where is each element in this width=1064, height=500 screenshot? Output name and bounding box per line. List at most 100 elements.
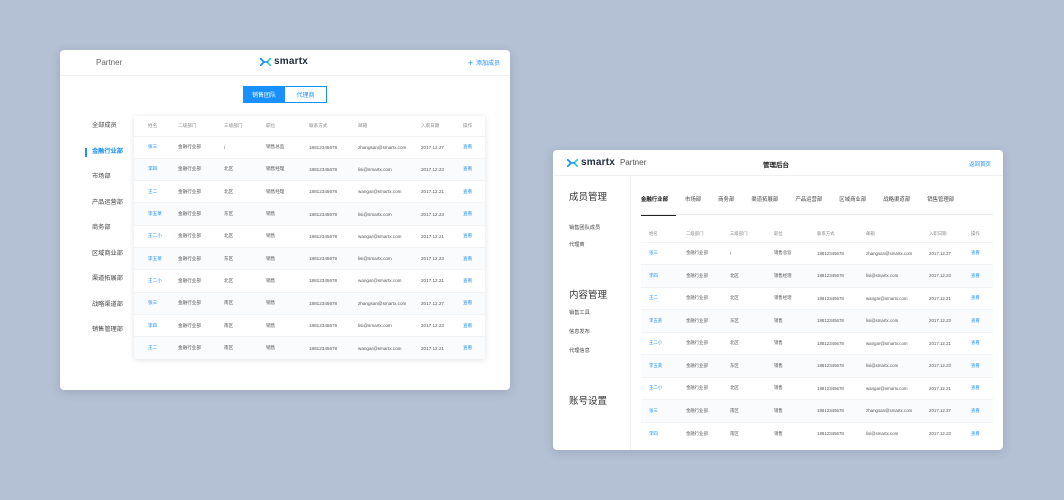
member-name-link[interactable]: 王二小	[134, 269, 164, 293]
view-link[interactable]: 查看	[963, 309, 993, 332]
table-cell: 北区	[210, 180, 252, 203]
column-header: 三级部门	[224, 122, 243, 128]
table-row: 王二小 金融行业部 北区 销售 18812345678 wangar@smartx.com…	[134, 224, 485, 248]
member-list-window: Partner smartx + 添加成员 销售团队 代理商 全部成员 金融行业部…	[60, 50, 510, 390]
table-cell: 18812345678	[295, 135, 344, 159]
table-cell: 南区	[722, 399, 766, 422]
table-cell: 2017.12.21	[921, 286, 963, 310]
member-name-link[interactable]: 张三	[641, 241, 678, 265]
section-content-management[interactable]: 内容管理	[569, 287, 607, 301]
member-name-link[interactable]: 王二小	[641, 331, 678, 355]
sidebar-item-agent-info[interactable]: 代理信息	[569, 347, 590, 354]
column-header: 联系方式	[309, 122, 328, 128]
member-name-link[interactable]: 王二	[134, 180, 164, 203]
add-member-button[interactable]: + 添加成员	[468, 58, 500, 67]
member-name-link[interactable]: 王二	[641, 286, 678, 310]
table-cell: 18812345678	[809, 331, 858, 355]
member-name-link[interactable]: 李五莱	[641, 354, 678, 377]
view-link[interactable]: 查看	[449, 313, 485, 337]
sidebar-item-publish-info[interactable]: 信息发布	[569, 328, 590, 335]
member-name-link[interactable]: 张三	[134, 291, 164, 315]
member-name-link[interactable]: 李四	[641, 421, 678, 445]
view-link[interactable]: 查看	[449, 135, 485, 159]
view-link[interactable]: 查看	[449, 246, 485, 270]
sidebar-item-sales-members[interactable]: 销售团队成员	[569, 224, 600, 231]
view-link[interactable]: 查看	[963, 421, 993, 445]
member-name-link[interactable]: 李五莱	[641, 309, 678, 332]
section-account-settings[interactable]: 账号设置	[569, 393, 607, 407]
column-header: 联系方式	[817, 230, 835, 236]
view-link[interactable]: 查看	[449, 157, 485, 181]
table-cell: 2017.12.27	[407, 135, 449, 159]
tab-department-3[interactable]: 渠道拓展部	[751, 196, 786, 215]
view-link[interactable]: 查看	[449, 180, 485, 203]
view-link[interactable]: 查看	[963, 241, 993, 265]
view-link[interactable]: 查看	[449, 269, 485, 293]
table-cell: 金融行业部	[678, 286, 722, 310]
tab-agents[interactable]: 代理商	[285, 86, 327, 103]
table-cell: 金融行业部	[678, 264, 722, 287]
member-name-link[interactable]: 李四	[134, 157, 164, 181]
table-cell: 金融行业部	[164, 135, 210, 159]
tab-department-5[interactable]: 区域商业部	[839, 196, 874, 215]
table-cell: 南区	[722, 421, 766, 445]
section-member-management[interactable]: 成员管理	[569, 189, 607, 203]
member-table: 姓名 二级部门 三级部门 职位 联系方式 邮箱 入职日期 操作 张三 金融行业部 / 销售总监 188…	[134, 116, 485, 359]
member-name-link[interactable]: 张三	[134, 135, 164, 159]
member-name-link[interactable]: 王二小	[134, 224, 164, 248]
tab-department-6[interactable]: 战略渠道部	[883, 196, 918, 215]
table-cell: 金融行业部	[678, 309, 722, 332]
column-header: 姓名	[148, 122, 158, 128]
tab-department-1[interactable]: 市场部	[685, 196, 709, 215]
view-link[interactable]: 查看	[449, 336, 485, 359]
member-name-link[interactable]: 李四	[134, 313, 164, 337]
tab-department-2[interactable]: 商务部	[718, 196, 742, 215]
view-link[interactable]: 查看	[449, 202, 485, 226]
view-link[interactable]: 查看	[963, 399, 993, 422]
view-link[interactable]: 查看	[449, 224, 485, 248]
table-cell: 金融行业部	[164, 202, 210, 226]
table-cell: 北区	[722, 331, 766, 355]
table-cell: 销售	[252, 246, 295, 270]
view-link[interactable]: 查看	[449, 291, 485, 315]
table-cell: wangar@smartx.com	[858, 376, 921, 400]
table-cell: 金融行业部	[164, 291, 210, 315]
table-cell: 金融行业部	[164, 157, 210, 181]
tab-department-7[interactable]: 销售管理部	[927, 196, 962, 215]
table-row: 张三 金融行业部 / 销售总监 18812345678 zhangsan@smartx.c…	[641, 241, 993, 265]
table-cell: 销售	[252, 313, 295, 337]
member-table-card: 姓名 二级部门 三级部门 职位 联系方式 邮箱 入职日期 操作 张三 金融行业部 / 销售总监 188…	[134, 116, 485, 359]
view-link[interactable]: 查看	[963, 286, 993, 310]
table-cell: 金融行业部	[678, 354, 722, 377]
member-name-link[interactable]: 王二小	[641, 376, 678, 400]
header: Partner smartx + 添加成员	[60, 50, 510, 76]
table-header: 姓名 二级部门 三级部门 职位 联系方式 邮箱 入职日期 操作	[641, 226, 993, 242]
member-name-link[interactable]: 王二	[134, 336, 164, 359]
view-link[interactable]: 查看	[963, 331, 993, 355]
back-home-link[interactable]: 返回首页	[969, 160, 991, 168]
table-cell: 金融行业部	[164, 336, 210, 359]
partner-label: Partner	[620, 158, 647, 167]
brand-logo[interactable]: smartx Partner	[567, 157, 646, 168]
table-row: 李四 金融行业部 南区 销售 18812345678 lisi@smartx.com 201…	[134, 313, 485, 337]
member-name-link[interactable]: 李五莱	[134, 246, 164, 270]
member-name-link[interactable]: 李四	[641, 264, 678, 287]
tab-department-4[interactable]: 产品运营部	[795, 196, 830, 215]
table-cell: 18812345678	[295, 157, 344, 181]
tab-sales-team[interactable]: 销售团队	[243, 86, 285, 103]
table-header: 姓名 二级部门 三级部门 职位 联系方式 邮箱 入职日期 操作	[134, 116, 485, 136]
view-link[interactable]: 查看	[963, 264, 993, 287]
tab-department-0[interactable]: 金融行业部	[641, 196, 676, 216]
view-link[interactable]: 查看	[963, 376, 993, 400]
column-header: 操作	[463, 122, 473, 128]
table-cell: 18812345678	[809, 264, 858, 287]
table-cell: 销售	[766, 421, 809, 445]
sidebar-item-agents[interactable]: 代理商	[569, 241, 585, 248]
table-row: 李五莱 金融行业部 东区 销售 18812345678 lisi@smartx.com 20…	[641, 354, 993, 377]
member-name-link[interactable]: 张三	[641, 399, 678, 422]
member-name-link[interactable]: 李五莱	[134, 202, 164, 226]
table-cell: 销售	[252, 202, 295, 226]
sidebar-item-sales-tools[interactable]: 销售工具	[569, 309, 590, 316]
view-link[interactable]: 查看	[963, 354, 993, 377]
brand-logo[interactable]: smartx	[260, 56, 308, 67]
